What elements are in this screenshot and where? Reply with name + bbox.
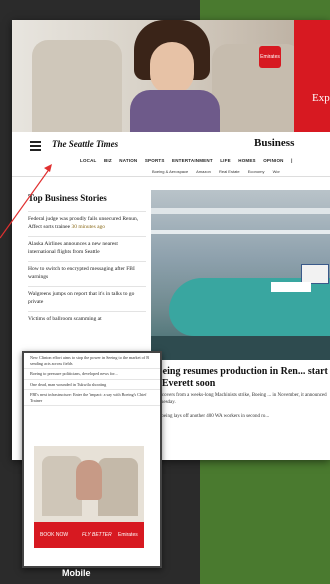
- mobile-story[interactable]: One dead, man wounded in Tukwila shootin…: [24, 380, 160, 390]
- emirates-logo: Emirates: [118, 532, 138, 538]
- mobile-ad-footer: BOOK NOW FLY BETTER Emirates: [34, 522, 144, 548]
- mobile-ad-person: [76, 460, 102, 500]
- mobile-ad-cta[interactable]: BOOK NOW: [40, 532, 68, 538]
- mobile-screenshot: New Clinton effort aims to stop the powe…: [22, 351, 162, 568]
- mobile-ad[interactable]: BOOK NOW FLY BETTER Emirates: [34, 446, 144, 548]
- mobile-story[interactable]: New Clinton effort aims to stop the powe…: [24, 353, 160, 369]
- mobile-caption: Mobile: [62, 568, 91, 578]
- mobile-story[interactable]: Boeing to pressure politicians, develope…: [24, 369, 160, 380]
- mobile-story[interactable]: FBI's next infrastructure: Enter the 'im…: [24, 390, 160, 406]
- mobile-ad-seat: [98, 458, 138, 516]
- mobile-ad-tagline: FLY BETTER: [82, 532, 112, 538]
